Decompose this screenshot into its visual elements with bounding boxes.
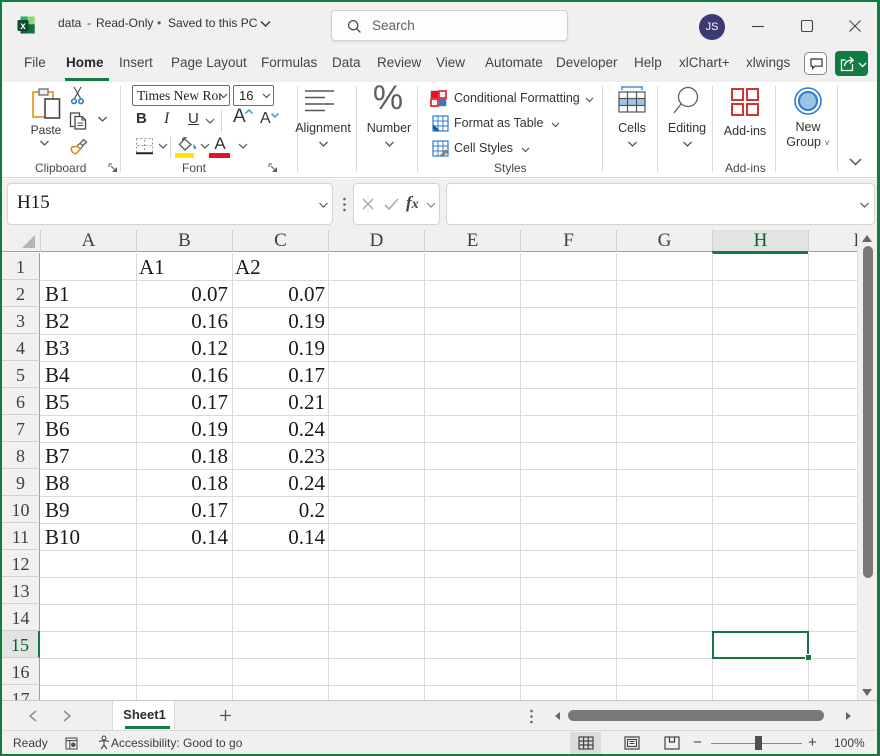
svg-text:x: x	[20, 21, 26, 32]
